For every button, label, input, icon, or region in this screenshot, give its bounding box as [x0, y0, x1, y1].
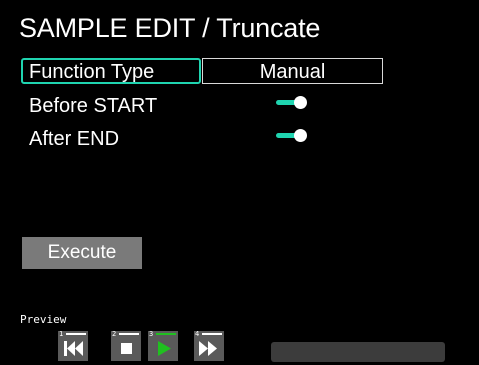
play-button[interactable]: 3 — [148, 331, 178, 361]
function-type-value[interactable]: Manual — [202, 60, 383, 84]
before-start-label: Before START — [29, 95, 158, 117]
fast-forward-icon — [199, 341, 217, 356]
preview-label: Preview — [20, 313, 67, 326]
after-end-toggle[interactable] — [276, 129, 307, 142]
fast-forward-button[interactable]: 4 — [194, 331, 224, 361]
toggle-knob — [294, 96, 307, 109]
before-start-toggle[interactable] — [276, 96, 307, 109]
stop-icon — [121, 343, 132, 354]
page-title: SAMPLE EDIT / Truncate — [19, 13, 321, 43]
preview-progress-bar — [271, 342, 445, 362]
toggle-knob — [294, 129, 307, 142]
play-icon — [158, 341, 171, 356]
stop-button[interactable]: 2 — [111, 331, 141, 361]
execute-button[interactable]: Execute — [22, 237, 142, 269]
skip-to-start-icon — [64, 341, 83, 356]
function-type-label: Function Type — [29, 61, 155, 83]
after-end-label: After END — [29, 128, 120, 150]
skip-to-start-button[interactable]: 1 — [58, 331, 88, 361]
